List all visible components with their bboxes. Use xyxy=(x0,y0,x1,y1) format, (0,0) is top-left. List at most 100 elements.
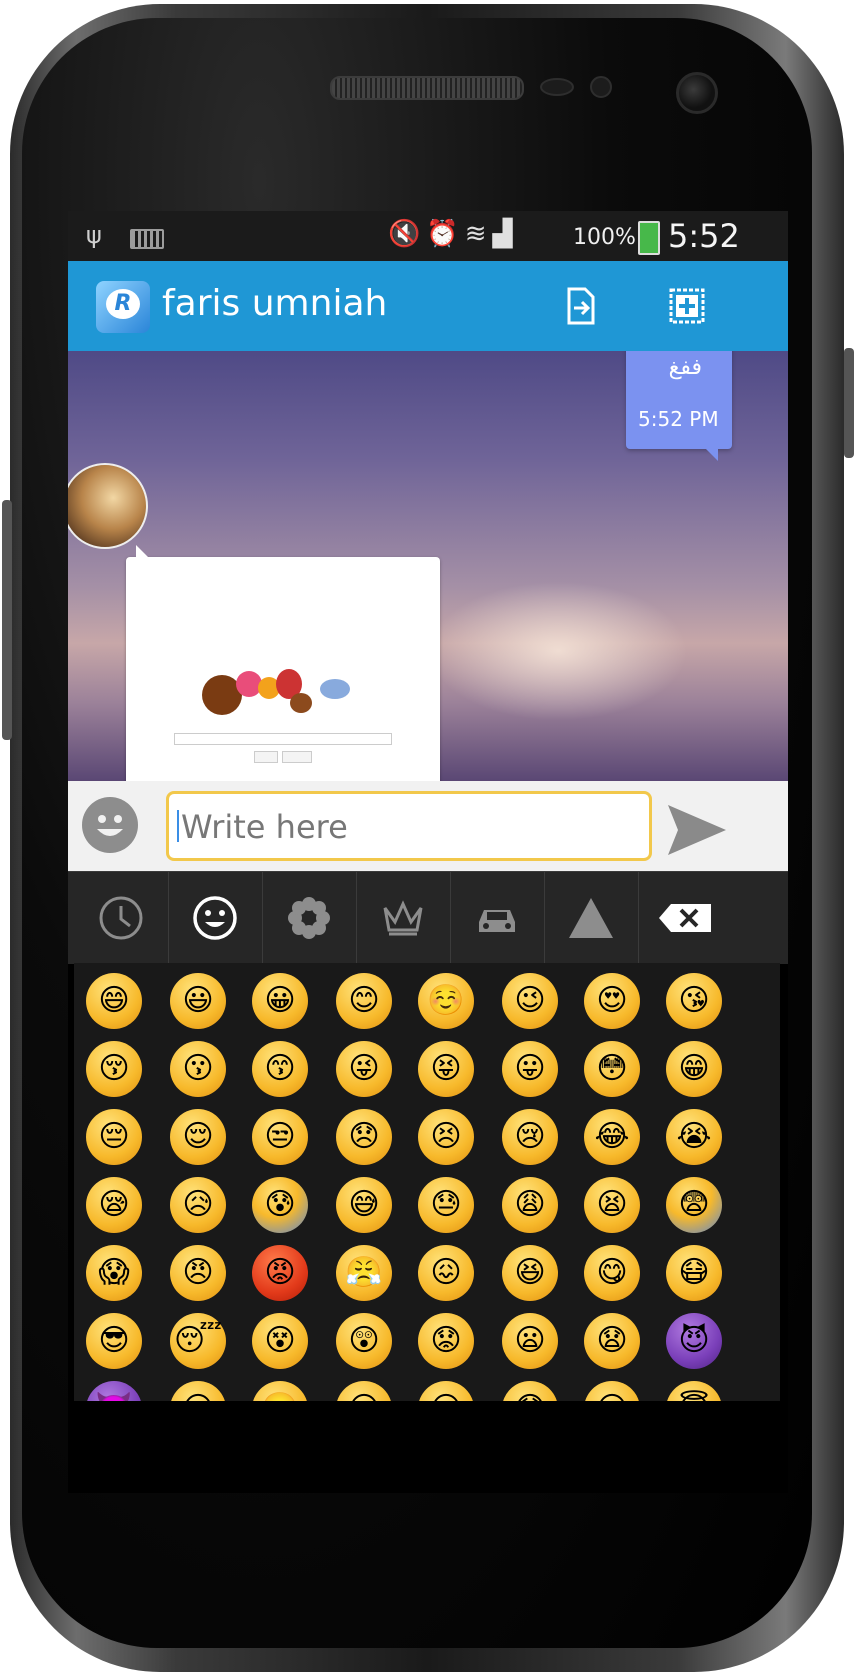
contact-avatar[interactable] xyxy=(68,463,148,549)
tab-smileys[interactable] xyxy=(168,872,263,964)
emoji-key[interactable]: 😁 xyxy=(666,1041,722,1097)
clock-icon xyxy=(99,896,143,940)
emoji-key[interactable]: 😴 xyxy=(170,1313,226,1369)
emoji-key[interactable]: 😥 xyxy=(170,1177,226,1233)
emoji-key[interactable]: 😆 xyxy=(502,1245,558,1301)
emoji-key[interactable]: 😀 xyxy=(252,973,308,1029)
tab-objects[interactable] xyxy=(356,872,451,964)
send-arrow-icon xyxy=(668,805,726,855)
emoji-key[interactable]: 😞 xyxy=(336,1109,392,1165)
chat-area[interactable]: ففغ 5:52 PM xyxy=(68,351,788,781)
emoji-key[interactable]: 😗 xyxy=(170,1041,226,1097)
emoji-key[interactable]: 😶 xyxy=(584,1381,640,1401)
emoji-key[interactable]: 😢 xyxy=(502,1109,558,1165)
emoji-key[interactable]: 😉 xyxy=(502,973,558,1029)
emoji-key[interactable]: 😬 xyxy=(252,1381,308,1401)
message-input-placeholder: Write here xyxy=(181,808,348,846)
earpiece-speaker xyxy=(330,76,524,100)
signal-icon: ▟ xyxy=(492,219,519,249)
emoji-key[interactable]: 😍 xyxy=(584,973,640,1029)
emoji-key[interactable]: 😛 xyxy=(502,1041,558,1097)
tab-places[interactable] xyxy=(450,872,545,964)
emoji-key[interactable]: 😜 xyxy=(336,1041,392,1097)
emoji-key[interactable]: 😷 xyxy=(666,1245,722,1301)
proximity-sensor xyxy=(540,78,574,96)
incoming-image-message[interactable] xyxy=(126,545,440,781)
smiley-icon xyxy=(84,799,136,851)
image-button-1 xyxy=(254,751,278,763)
emoji-key[interactable]: 😳 xyxy=(584,1041,640,1097)
message-time: 5:52 PM xyxy=(638,407,719,431)
emoji-toggle-button[interactable] xyxy=(82,797,138,853)
bottom-bezel xyxy=(68,1401,788,1493)
emoji-key[interactable]: 😙 xyxy=(252,1041,308,1097)
emoji-key[interactable]: 😩 xyxy=(502,1177,558,1233)
emoji-key[interactable]: 😦 xyxy=(502,1313,558,1369)
message-text: ففغ xyxy=(668,355,702,380)
app-logo[interactable]: R xyxy=(96,281,150,333)
emoji-key[interactable]: 😇 xyxy=(666,1381,722,1401)
emoji-key[interactable]: 😖 xyxy=(418,1245,474,1301)
emoji-key[interactable]: 😔 xyxy=(86,1109,142,1165)
emoji-key[interactable]: 😰 xyxy=(252,1177,308,1233)
emoji-key[interactable]: 😱 xyxy=(86,1245,142,1301)
emoji-key[interactable]: 😒 xyxy=(252,1109,308,1165)
emoji-key[interactable]: 😈 xyxy=(666,1313,722,1369)
emoji-key[interactable]: 😵 xyxy=(252,1313,308,1369)
chat-title[interactable]: faris umniah xyxy=(162,283,387,324)
emoji-key[interactable]: 😅 xyxy=(336,1177,392,1233)
emoji-key[interactable]: 😤 xyxy=(336,1245,392,1301)
tab-symbols[interactable] xyxy=(544,872,639,964)
emoji-key[interactable]: 😄 xyxy=(86,973,142,1029)
message-input-bar: Write here xyxy=(68,781,788,871)
emoji-key[interactable]: 😧 xyxy=(584,1313,640,1369)
emoji-key[interactable]: 😡 xyxy=(252,1245,308,1301)
emoji-key[interactable]: 😣 xyxy=(418,1109,474,1165)
emoji-key[interactable]: 😎 xyxy=(86,1313,142,1369)
emoji-key[interactable]: 😊 xyxy=(336,973,392,1029)
front-camera xyxy=(676,72,718,114)
backspace-button[interactable] xyxy=(638,872,732,964)
emoji-key[interactable]: 😘 xyxy=(666,973,722,1029)
emoji-key[interactable]: 😋 xyxy=(584,1245,640,1301)
battery-icon xyxy=(638,221,660,255)
emoji-key[interactable]: 😫 xyxy=(584,1177,640,1233)
emoji-key[interactable]: 😂 xyxy=(584,1109,640,1165)
power-button xyxy=(844,348,854,458)
emoji-key[interactable]: 😲 xyxy=(336,1313,392,1369)
emoji-key[interactable]: 😮 xyxy=(170,1381,226,1401)
file-share-icon xyxy=(567,287,595,325)
emoji-key[interactable]: 😟 xyxy=(418,1313,474,1369)
message-input[interactable]: Write here xyxy=(166,791,652,861)
emoji-key[interactable]: ☺️ xyxy=(418,973,474,1029)
emoji-key[interactable]: 😐 xyxy=(336,1381,392,1401)
emoji-key[interactable]: 😃 xyxy=(170,973,226,1029)
emoji-key[interactable]: 👿 xyxy=(86,1381,142,1401)
emoji-key[interactable]: 😯 xyxy=(502,1381,558,1401)
tab-recent[interactable] xyxy=(74,872,169,964)
emoji-key[interactable]: 😓 xyxy=(418,1177,474,1233)
app-bar: R faris umniah xyxy=(68,261,788,351)
share-file-button[interactable] xyxy=(558,283,604,329)
tab-nature[interactable] xyxy=(262,872,357,964)
emoji-key[interactable]: 😌 xyxy=(170,1109,226,1165)
emoji-category-tabs xyxy=(68,871,788,964)
emoji-key[interactable]: 😪 xyxy=(86,1177,142,1233)
add-frame-button[interactable] xyxy=(664,283,710,329)
emoji-key[interactable]: 😚 xyxy=(86,1041,142,1097)
send-button[interactable] xyxy=(666,803,728,857)
light-sensor xyxy=(590,76,612,98)
emoji-key[interactable]: 😭 xyxy=(666,1109,722,1165)
emoji-key[interactable]: 😝 xyxy=(418,1041,474,1097)
battery-percent: 100% xyxy=(573,225,636,250)
smiley-icon xyxy=(193,896,237,940)
text-caret xyxy=(177,810,179,842)
usb-icon: ψ xyxy=(86,221,102,249)
bubble-tail xyxy=(704,447,718,461)
keyboard-icon xyxy=(130,229,164,249)
status-bar: ψ 🔇⏰≋▟ 100% 5:52 PM xyxy=(68,211,788,293)
emoji-key[interactable]: 😨 xyxy=(666,1177,722,1233)
emoji-key[interactable]: 😠 xyxy=(170,1245,226,1301)
emoji-key[interactable]: 😕 xyxy=(418,1381,474,1401)
outgoing-message[interactable]: ففغ 5:52 PM xyxy=(626,351,732,461)
